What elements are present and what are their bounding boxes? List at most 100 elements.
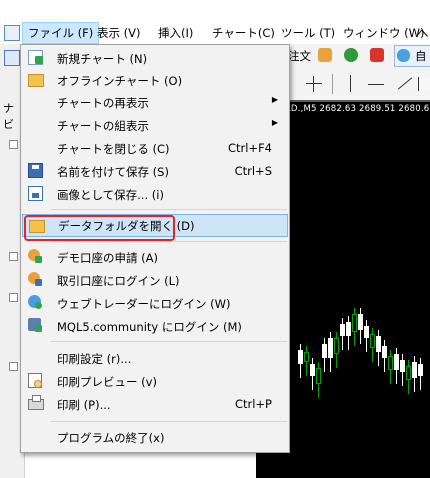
- candle-body: [400, 360, 405, 372]
- menu-item-print-setup[interactable]: 印刷設定 (r)...: [22, 347, 288, 369]
- menu-item-label: チャートの再表示: [57, 96, 149, 110]
- tree-expander[interactable]: [9, 362, 18, 371]
- play-icon[interactable]: [344, 48, 358, 62]
- menu-item-label: ウェブトレーダーにログイン (W): [57, 297, 231, 311]
- red-icon[interactable]: [370, 48, 384, 62]
- expert-icon[interactable]: [318, 48, 332, 62]
- menu-insert[interactable]: 挿入(I): [158, 25, 193, 41]
- menu-item-label: 印刷設定 (r)...: [57, 352, 132, 366]
- candle-body: [346, 322, 351, 336]
- menu-separator: [51, 241, 287, 242]
- menu-tools[interactable]: ツール (T): [281, 25, 335, 41]
- candle-body: [382, 346, 387, 358]
- menu-item-label: チャートを閉じる (C): [57, 142, 170, 156]
- order-button[interactable]: 注文: [288, 48, 311, 64]
- menu-item-refresh-chart[interactable]: チャートの再表示 ▶: [22, 91, 288, 113]
- candle-wick: [382, 340, 387, 372]
- candle-wick: [364, 320, 369, 352]
- candle-body: [418, 364, 423, 376]
- candle-wick: [340, 318, 345, 350]
- candle-wick: [328, 332, 333, 372]
- menu-item-label: 印刷 (P)...: [57, 398, 111, 412]
- candle-body: [370, 334, 375, 348]
- menu-window[interactable]: ウィンドウ (W): [343, 25, 425, 41]
- file-menu-dropdown: 新規チャート (N) オフラインチャート (O) チャートの再表示 ▶ チャート…: [20, 44, 290, 453]
- submenu-arrow-icon: ▶: [271, 95, 278, 104]
- menu-item-save-as-image[interactable]: 画像として保存... (i): [22, 183, 288, 205]
- candle-body: [310, 364, 315, 376]
- menu-item-login-webtrader[interactable]: ウェブトレーダーにログイン (W): [22, 292, 288, 314]
- menu-item-shortcut: Ctrl+P: [234, 397, 272, 411]
- menu-item-new-chart[interactable]: 新規チャート (N): [22, 47, 288, 69]
- menu-item-login-trade[interactable]: 取引口座にログイン (L): [22, 269, 288, 291]
- menu-item-label: MQL5.community にログイン (M): [57, 320, 242, 334]
- candle-wick: [400, 354, 405, 386]
- print-preview-icon: [28, 373, 42, 388]
- channel-icon[interactable]: [418, 77, 430, 91]
- highlight-annotation-box: [24, 215, 175, 241]
- menu-item-label: 画像として保存... (i): [57, 188, 164, 202]
- candle-body: [376, 336, 381, 352]
- tree-expander[interactable]: [9, 293, 18, 302]
- candle-wick: [310, 358, 315, 390]
- menu-item-login-mql5[interactable]: MQL5.community にログイン (M): [22, 315, 288, 337]
- candle-wick: [394, 348, 399, 384]
- candle-wick: [370, 328, 375, 362]
- menu-view[interactable]: 表示 (V): [97, 25, 141, 41]
- candle-body: [394, 354, 399, 370]
- candle-wick: [334, 332, 339, 368]
- candle-wick: [322, 338, 327, 372]
- open-folder-icon: [28, 74, 44, 87]
- autotrade-button[interactable]: 自: [394, 45, 430, 67]
- menu-item-print[interactable]: 印刷 (P)... Ctrl+P: [22, 393, 288, 415]
- candle-body: [406, 366, 411, 380]
- candle-body: [340, 324, 345, 336]
- candle-body: [298, 350, 303, 364]
- app-icon[interactable]: [4, 25, 20, 41]
- crosshair-icon[interactable]: [306, 76, 322, 92]
- tree-expander[interactable]: [9, 140, 18, 149]
- menu-item-shortcut: Ctrl+F4: [227, 141, 272, 155]
- menu-file[interactable]: ファイル (F): [22, 22, 100, 44]
- trendline-icon[interactable]: [397, 77, 413, 90]
- submenu-arrow-icon: ▶: [271, 118, 278, 127]
- new-chart-icon: [28, 50, 43, 65]
- menu-item-chart-profiles[interactable]: チャートの組表示 ▶: [22, 114, 288, 136]
- candle-wick: [358, 308, 363, 344]
- horizontal-line-icon[interactable]: [368, 84, 384, 85]
- menu-separator: [51, 341, 287, 342]
- candle-body: [364, 326, 369, 338]
- candle-body: [322, 344, 327, 358]
- toolbar-divider: [332, 74, 333, 94]
- toolbar: 注文 自: [288, 44, 430, 101]
- webtrader-icon: [28, 295, 42, 309]
- menu-item-demo-account[interactable]: デモ口座の申請 (A): [22, 246, 288, 268]
- menu-item-save-as[interactable]: 名前を付けて保存 (S) Ctrl+S: [22, 160, 288, 182]
- candle-wick: [346, 316, 351, 350]
- candle-body: [316, 368, 321, 384]
- vertical-line-icon[interactable]: [350, 75, 351, 92]
- menu-help[interactable]: ヘ: [417, 25, 429, 41]
- candle-wick: [316, 362, 321, 398]
- tree-expander[interactable]: [9, 252, 18, 261]
- menu-item-print-preview[interactable]: 印刷プレビュー (v): [22, 370, 288, 392]
- print-icon: [28, 395, 44, 410]
- menu-item-close-chart[interactable]: チャートを閉じる (C) Ctrl+F4: [22, 137, 288, 159]
- menu-item-offline-chart[interactable]: オフラインチャート (O): [22, 69, 288, 91]
- candle-wick: [406, 360, 411, 394]
- candle-body: [352, 314, 357, 332]
- candle-wick: [304, 346, 309, 376]
- navigator-toolbar-icon[interactable]: [4, 50, 20, 66]
- menu-chart[interactable]: チャート(C): [212, 25, 275, 41]
- menu-item-exit[interactable]: プログラムの終了(x): [22, 426, 288, 448]
- autotrade-label: 自: [415, 49, 427, 63]
- mql5-icon: [28, 318, 42, 332]
- autotrade-icon: [397, 49, 410, 62]
- title-strip: [0, 0, 430, 22]
- menu-item-label: 印刷プレビュー (v): [57, 375, 157, 389]
- menu-item-label: チャートの組表示: [57, 119, 149, 133]
- save-image-icon: [28, 186, 43, 201]
- candle-body: [304, 352, 309, 362]
- candle-body: [412, 362, 417, 378]
- demo-account-icon: [28, 249, 42, 263]
